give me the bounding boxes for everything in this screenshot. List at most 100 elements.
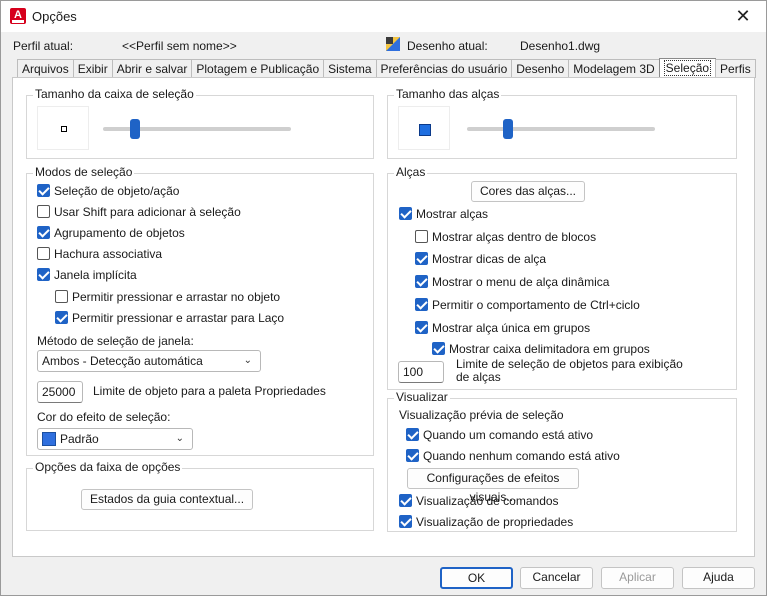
close-icon[interactable]: ✕ [720, 1, 766, 32]
grip-limit-label-line2: de alças [456, 370, 501, 384]
dynamic-grip-menu-label: Mostrar o menu de alça dinâmica [432, 275, 610, 289]
noun-verb-checkbox[interactable] [37, 184, 50, 198]
pickbox-preview [37, 106, 89, 150]
shift-add-option[interactable]: Usar Shift para adicionar à seleção [37, 205, 241, 219]
grips-in-blocks-option[interactable]: Mostrar alças dentro de blocos [415, 230, 596, 244]
tab-selecao[interactable]: Seleção [658, 58, 717, 78]
preview-command-active-option[interactable]: Quando um comando está ativo [406, 428, 593, 442]
property-preview-label: Visualização de propriedades [416, 515, 574, 529]
contextual-tab-states-button[interactable]: Estados da guia contextual... [81, 489, 253, 510]
dynamic-grip-menu-option[interactable]: Mostrar o menu de alça dinâmica [415, 275, 609, 289]
noun-verb-label: Seleção de objeto/ação [54, 184, 180, 198]
press-drag-object-label: Permitir pressionar e arrastar no objeto [72, 290, 281, 304]
apply-button[interactable]: Aplicar [601, 567, 674, 589]
object-limit-input[interactable]: 25000 [37, 381, 83, 403]
grip-slider-track[interactable] [467, 127, 655, 131]
preview-no-command-label: Quando nenhum comando está ativo [423, 449, 620, 463]
cancel-button[interactable]: Cancelar [520, 567, 593, 589]
implied-window-checkbox[interactable] [37, 268, 50, 282]
tab-modelagem-3d[interactable]: Modelagem 3D [568, 59, 660, 78]
press-drag-object-checkbox[interactable] [55, 290, 68, 304]
grip-preview [398, 106, 450, 150]
selection-modes-title: Modos de seleção [33, 165, 135, 179]
ctrl-cycle-checkbox[interactable] [415, 298, 428, 312]
window-method-select[interactable]: Ambos - Detecção automática ⌄ [37, 350, 261, 372]
command-preview-option[interactable]: Visualização de comandos [399, 494, 559, 508]
noun-verb-option[interactable]: Seleção de objeto/ação [37, 184, 179, 198]
pickbox-slider-thumb[interactable] [129, 119, 140, 139]
tab-abrir-salvar[interactable]: Abrir e salvar [111, 59, 193, 78]
title-bar: A Opções ✕ [1, 1, 766, 32]
press-drag-lasso-option[interactable]: Permitir pressionar e arrastar para Laço [55, 311, 284, 325]
object-grouping-label: Agrupamento de objetos [54, 226, 185, 240]
grips-in-blocks-label: Mostrar alças dentro de blocos [432, 230, 597, 244]
ribbon-options-group: Opções da faixa de opções Estados da gui… [26, 460, 374, 531]
grip-colors-button[interactable]: Cores das alças... [471, 181, 585, 202]
shift-add-checkbox[interactable] [37, 205, 50, 219]
object-limit-label: Limite de objeto para a paleta Proprieda… [93, 384, 326, 398]
bounding-box-groups-checkbox[interactable] [432, 342, 445, 356]
ribbon-options-title: Opções da faixa de opções [33, 460, 183, 474]
single-grip-groups-checkbox[interactable] [415, 321, 428, 335]
chevron-down-icon: ⌄ [175, 433, 184, 444]
selection-preview-subtitle: Visualização prévia de seleção [399, 408, 564, 422]
help-button[interactable]: Ajuda [682, 567, 755, 589]
tab-plotagem[interactable]: Plotagem e Publicação [191, 59, 325, 78]
press-drag-lasso-label: Permitir pressionar e arrastar para Laço [72, 311, 285, 325]
grip-tips-label: Mostrar dicas de alça [432, 252, 547, 266]
preview-no-command-option[interactable]: Quando nenhum comando está ativo [406, 449, 620, 463]
selection-tab-panel: Tamanho da caixa de seleção Modos de sel… [12, 77, 755, 557]
implied-window-option[interactable]: Janela implícita [37, 268, 137, 282]
show-grips-label: Mostrar alças [416, 207, 489, 221]
drawing-value: Desenho1.dwg [520, 39, 601, 53]
window-method-label: Método de seleção de janela: [37, 334, 194, 348]
grip-tips-checkbox[interactable] [415, 252, 428, 266]
object-grouping-checkbox[interactable] [37, 226, 50, 240]
tab-desenho[interactable]: Desenho [511, 59, 570, 78]
visual-effects-button[interactable]: Configurações de efeitos visuais... [407, 468, 579, 504]
show-grips-option[interactable]: Mostrar alças [399, 207, 488, 221]
grip-slider-thumb[interactable] [503, 119, 514, 139]
grip-object-limit-input[interactable]: 100 [398, 361, 444, 383]
pickbox-size-group: Tamanho da caixa de seleção [26, 87, 374, 159]
tab-arquivos[interactable]: Arquivos [17, 59, 74, 78]
property-preview-option[interactable]: Visualização de propriedades [399, 515, 573, 529]
preview-command-active-label: Quando um comando está ativo [423, 428, 594, 442]
color-swatch [42, 431, 56, 446]
object-grouping-option[interactable]: Agrupamento de objetos [37, 226, 185, 240]
command-preview-checkbox[interactable] [399, 494, 412, 508]
grips-in-blocks-checkbox[interactable] [415, 230, 428, 244]
bounding-box-groups-label: Mostrar caixa delimitadora em grupos [449, 342, 650, 356]
preview-no-command-checkbox[interactable] [406, 449, 419, 463]
effect-color-label: Cor do efeito de seleção: [37, 410, 171, 424]
drawing-icon [385, 36, 401, 52]
effect-color-select[interactable]: Padrão ⌄ [37, 428, 193, 450]
dynamic-grip-menu-checkbox[interactable] [415, 275, 428, 289]
tab-sistema[interactable]: Sistema [323, 59, 377, 78]
ok-button[interactable]: OK [440, 567, 513, 589]
chevron-down-icon: ⌄ [243, 355, 252, 366]
shift-add-label: Usar Shift para adicionar à seleção [54, 205, 241, 219]
associative-hatch-checkbox[interactable] [37, 247, 50, 261]
preview-command-active-checkbox[interactable] [406, 428, 419, 442]
preview-group: Visualizar Visualização prévia de seleçã… [387, 390, 737, 532]
press-drag-object-option[interactable]: Permitir pressionar e arrastar no objeto [55, 290, 280, 304]
show-grips-checkbox[interactable] [399, 207, 412, 221]
window-method-value: Ambos - Detecção automática [42, 354, 203, 368]
ctrl-cycle-option[interactable]: Permitir o comportamento de Ctrl+ciclo [415, 298, 640, 312]
property-preview-checkbox[interactable] [399, 515, 412, 529]
grip-square-icon [419, 124, 431, 136]
tab-preferencias[interactable]: Preferências do usuário [375, 59, 513, 78]
bounding-box-groups-option[interactable]: Mostrar caixa delimitadora em grupos [432, 342, 650, 356]
command-preview-label: Visualização de comandos [416, 494, 559, 508]
tab-perfis[interactable]: Perfis [715, 59, 756, 78]
pickbox-size-title: Tamanho da caixa de seleção [33, 87, 196, 101]
grip-tips-option[interactable]: Mostrar dicas de alça [415, 252, 546, 266]
single-grip-groups-option[interactable]: Mostrar alça única em grupos [415, 321, 590, 335]
profile-value: <<Perfil sem nome>> [122, 39, 237, 53]
press-drag-lasso-checkbox[interactable] [55, 311, 68, 325]
associative-hatch-label: Hachura associativa [54, 247, 163, 261]
single-grip-groups-label: Mostrar alça única em grupos [432, 321, 591, 335]
associative-hatch-option[interactable]: Hachura associativa [37, 247, 162, 261]
tab-exibir[interactable]: Exibir [72, 59, 113, 78]
